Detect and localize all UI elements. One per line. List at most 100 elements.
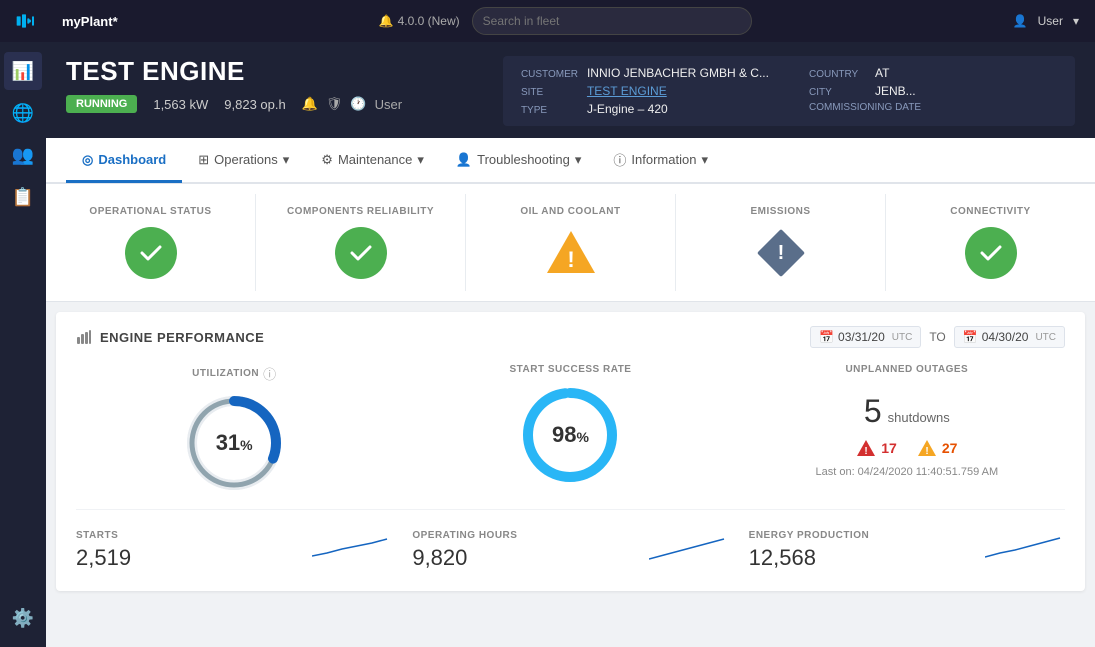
status-card-components: COMPONENTS RELIABILITY [256, 194, 466, 291]
start-success-donut: 98% [520, 385, 620, 485]
chart-icon: 📊 [12, 61, 34, 82]
customer-label: CUSTOMER [521, 69, 581, 80]
logo: myPlant* [16, 11, 118, 31]
site-value[interactable]: TEST ENGINE [587, 84, 667, 98]
connectivity-label: CONNECTIVITY [950, 206, 1030, 217]
oil-icon: ! [545, 227, 597, 279]
sidebar-item-settings[interactable]: ⚙️ [4, 599, 42, 637]
date-from-input[interactable]: 📅 03/31/20 UTC [810, 326, 921, 348]
bell-icon: 🔔 [302, 96, 318, 112]
engine-icons: 🔔 🛡 🕐 User [302, 96, 402, 112]
maintenance-chevron: ▾ [417, 152, 424, 168]
alert-orange-count: 27 [942, 440, 958, 456]
engine-status-row: RUNNING 1,563 kW 9,823 op.h 🔔 🛡 🕐 User [66, 95, 402, 113]
metrics-row: UTILIZATION ⓘ [76, 364, 1065, 493]
starts-metric: STARTS 2,519 [76, 526, 392, 571]
tab-operations[interactable]: ⊞ Operations ▾ [182, 140, 305, 183]
start-success-card: START SUCCESS RATE 98% [412, 364, 728, 493]
tab-information[interactable]: ⓘ Information ▾ [597, 138, 724, 184]
engine-hours: 9,823 op.h [224, 97, 285, 112]
date-from: 03/31/20 [838, 330, 885, 344]
user-label[interactable]: User [1038, 14, 1063, 28]
maintenance-icon: ⚙ [321, 152, 333, 168]
troubleshooting-chevron: ▾ [575, 152, 582, 168]
alerts-row: ! 17 ! 27 [856, 438, 957, 458]
user-chevron: ▾ [1073, 14, 1079, 28]
utilization-value: 31% [216, 430, 253, 456]
last-on-text: Last on: 04/24/2020 11:40:51.759 AM [815, 466, 998, 478]
nav-tabs: ◎ Dashboard ⊞ Operations ▾ ⚙ Maintenance… [46, 138, 1095, 184]
svg-text:!: ! [865, 446, 868, 457]
operating-hours-metric: OPERATING HOURS 9,820 [412, 526, 728, 571]
search-input[interactable] [472, 7, 752, 35]
notification-bell[interactable]: 🔔 4.0.0 (New) [379, 7, 460, 35]
emissions-label: EMISSIONS [750, 206, 810, 217]
running-badge: RUNNING [66, 95, 137, 113]
energy-label: ENERGY PRODUCTION [749, 530, 870, 541]
operational-icon [125, 227, 177, 279]
energy-sparkline [985, 531, 1065, 561]
engine-header: TEST ENGINE RUNNING 1,563 kW 9,823 op.h … [46, 42, 1095, 138]
commissioning-label: COMMISSIONING DATE [809, 102, 921, 113]
outages-section: 5 shutdowns ! 17 [815, 385, 998, 486]
site-row: SITE TEST ENGINE [521, 84, 769, 98]
operating-hours-value: 9,820 [412, 545, 467, 571]
country-row: COUNTRY AT [809, 66, 1057, 80]
tab-dashboard[interactable]: ◎ Dashboard [66, 140, 182, 183]
status-card-oil: OIL AND COOLANT ! [466, 194, 676, 291]
starts-sparkline [312, 531, 392, 561]
country-value: AT [875, 66, 889, 80]
date-to-input[interactable]: 📅 04/30/20 UTC [954, 326, 1065, 348]
perf-dates: 📅 03/31/20 UTC TO 📅 04/30/20 UTC [810, 326, 1065, 348]
operating-hours-sparkline [649, 531, 729, 561]
components-icon [335, 227, 387, 279]
engine-user: User [375, 97, 402, 112]
gear-icon: ⚙️ [12, 608, 34, 629]
engine-performance: ENGINE PERFORMANCE 📅 03/31/20 UTC TO 📅 0… [56, 312, 1085, 591]
utilization-info-icon[interactable]: ⓘ [263, 364, 276, 383]
city-value: JENB... [875, 84, 916, 98]
tab-maintenance-label: Maintenance [338, 152, 412, 167]
tab-maintenance[interactable]: ⚙ Maintenance ▾ [305, 140, 440, 183]
alert-red-icon: ! [856, 438, 876, 458]
alert-orange-icon: ! [917, 438, 937, 458]
operations-icon: ⊞ [198, 152, 209, 168]
start-success-value: 98% [552, 422, 589, 448]
utilization-label: UTILIZATION [192, 368, 259, 379]
country-label: COUNTRY [809, 69, 869, 80]
outages-label: UNPLANNED OUTAGES [845, 364, 968, 375]
to-label: TO [929, 330, 945, 344]
site-label: SITE [521, 87, 581, 98]
information-chevron: ▾ [701, 152, 708, 168]
status-card-operational: OPERATIONAL STATUS [46, 194, 256, 291]
energy-value: 12,568 [749, 545, 816, 571]
status-card-emissions: EMISSIONS ! [676, 194, 886, 291]
perf-header: ENGINE PERFORMANCE 📅 03/31/20 UTC TO 📅 0… [76, 326, 1065, 348]
engine-info-panel: CUSTOMER INNIO JENBACHER GMBH & C... COU… [503, 56, 1075, 126]
dashboard-content: OPERATIONAL STATUS COMPONENTS RELIABILIT… [46, 184, 1095, 647]
svg-text:!: ! [777, 242, 784, 264]
engine-left: TEST ENGINE RUNNING 1,563 kW 9,823 op.h … [66, 56, 402, 113]
sidebar-item-people[interactable]: 👥 [4, 136, 42, 174]
clock-icon: 🕐 [350, 96, 366, 112]
search-area: 🔔 4.0.0 (New) [118, 7, 1013, 35]
city-label: CITY [809, 87, 869, 98]
user-icon: 👤 [1013, 14, 1028, 28]
dashboard-icon: ◎ [82, 152, 93, 168]
troubleshooting-icon: 👤 [456, 152, 472, 168]
sidebar-item-chart[interactable]: 📊 [4, 52, 42, 90]
shutdowns-count: 5 [864, 393, 882, 430]
utc-label-to: UTC [1035, 332, 1056, 343]
sidebar-item-doc[interactable]: 📋 [4, 178, 42, 216]
engine-power: 1,563 kW [153, 97, 208, 112]
svg-text:!: ! [567, 247, 574, 272]
sidebar-item-globe[interactable]: 🌐 [4, 94, 42, 132]
logo-text: myPlant* [62, 14, 118, 29]
perf-title-text: ENGINE PERFORMANCE [100, 330, 264, 345]
tab-operations-label: Operations [214, 152, 278, 167]
operating-hours-label: OPERATING HOURS [412, 530, 517, 541]
starts-label: STARTS [76, 530, 118, 541]
top-navigation: myPlant* 🔔 4.0.0 (New) 👤 User ▾ [0, 0, 1095, 42]
bottom-metrics: STARTS 2,519 OPERATING HOURS 9,820 [76, 509, 1065, 571]
tab-troubleshooting[interactable]: 👤 Troubleshooting ▾ [440, 140, 597, 183]
